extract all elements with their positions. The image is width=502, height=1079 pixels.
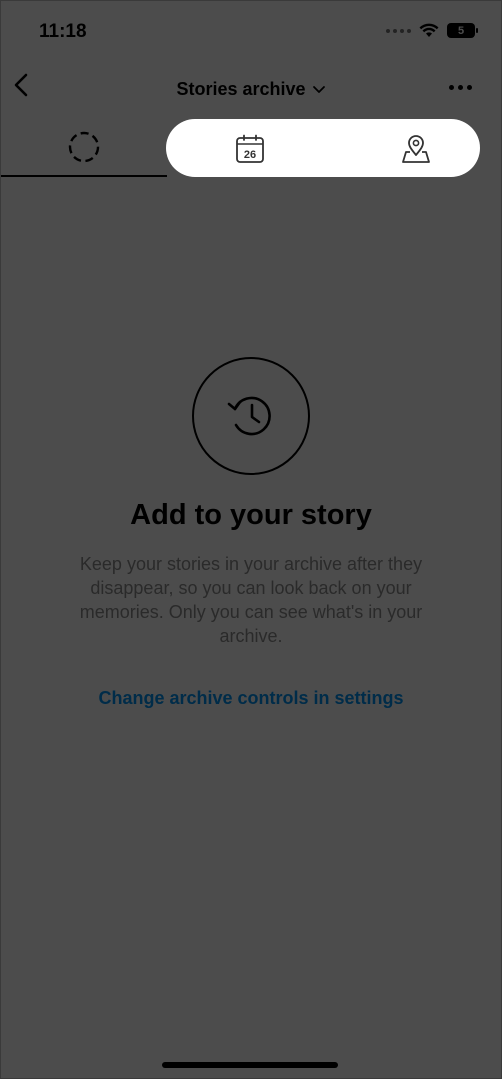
chevron-down-icon bbox=[312, 86, 325, 94]
empty-state-description: Keep your stories in your archive after … bbox=[79, 554, 423, 646]
wifi-icon bbox=[419, 23, 439, 37]
calendar-date: 26 bbox=[244, 149, 256, 161]
status-time: 11:18 bbox=[39, 21, 87, 42]
status-bar: 11:18 5 bbox=[1, 1, 501, 61]
nav-bar: Stories archive bbox=[1, 63, 501, 115]
home-indicator[interactable] bbox=[162, 1062, 338, 1068]
highlighted-tabs-layer: 26 bbox=[1, 119, 501, 179]
empty-state: Add to your story Keep your stories in y… bbox=[1, 351, 501, 709]
more-options-button[interactable] bbox=[449, 83, 473, 91]
status-indicators: 5 bbox=[386, 23, 478, 38]
archive-type-selector[interactable]: Stories archive bbox=[1, 79, 501, 100]
map-pin-icon bbox=[402, 135, 430, 163]
more-horizontal-icon bbox=[449, 84, 454, 90]
archive-icon-circle bbox=[192, 357, 310, 475]
battery-level: 5 bbox=[457, 24, 465, 37]
battery-icon: 5 bbox=[447, 23, 478, 38]
page-title: Stories archive bbox=[176, 79, 306, 99]
history-clock-icon bbox=[227, 396, 271, 436]
tab-map[interactable] bbox=[400, 133, 432, 165]
signal-icon bbox=[386, 28, 411, 33]
highlighted-tabs: 26 bbox=[166, 119, 480, 177]
tab-calendar[interactable]: 26 bbox=[234, 133, 266, 165]
archive-settings-link[interactable]: Change archive controls in settings bbox=[1, 688, 501, 709]
calendar-icon: 26 bbox=[236, 134, 264, 163]
phone-screen: 11:18 5 Stories archive Add to your stor… bbox=[0, 0, 502, 1079]
empty-state-title: Add to your story bbox=[130, 499, 372, 531]
